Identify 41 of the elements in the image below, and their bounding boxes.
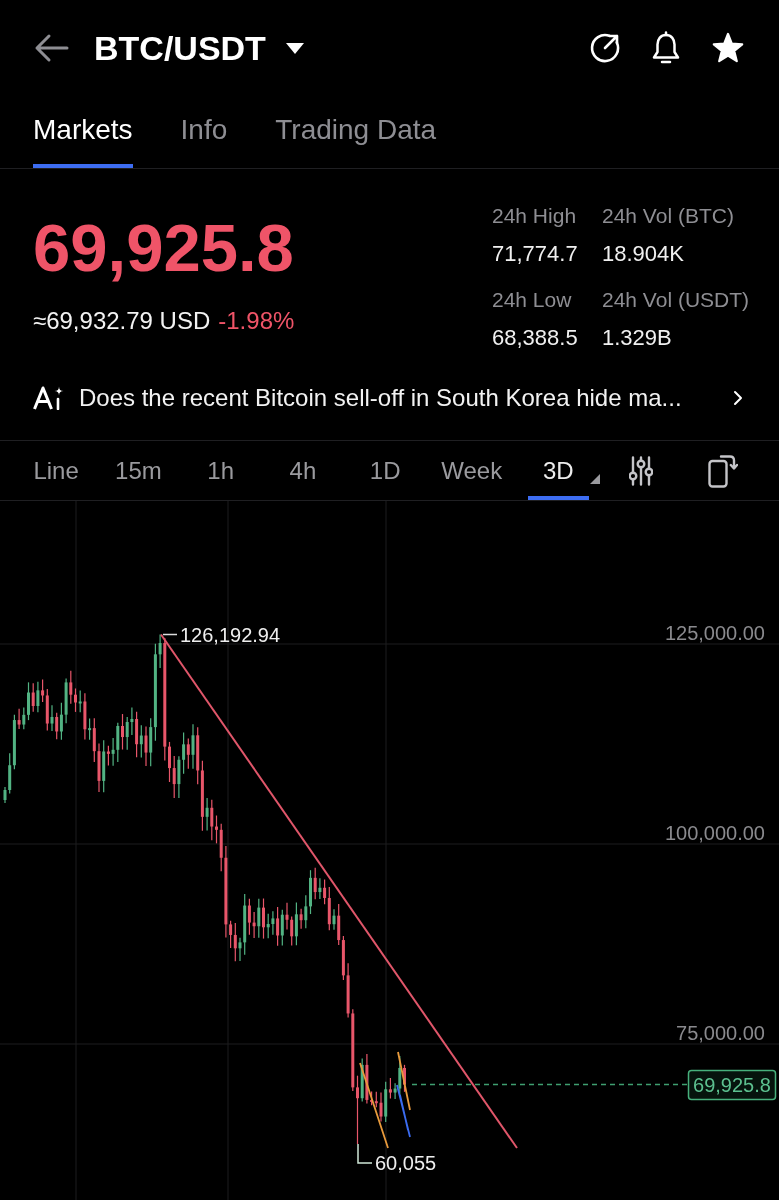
indicator-line [396,1084,411,1138]
sliders-icon[interactable] [628,455,653,486]
tab[interactable]: Trading Data [275,96,437,168]
corner-triangle-icon[interactable] [590,474,601,484]
star-icon[interactable] [711,32,745,64]
tab[interactable]: Info [180,96,228,168]
interval-tab[interactable]: 1D [354,441,416,500]
interval-tab[interactable]: Week [426,441,518,500]
interval-tab[interactable]: 4h [274,441,332,500]
pair-selector[interactable]: BTC/USDT [94,28,304,68]
axis-label: 75,000.00 [676,1022,765,1044]
usd-price: ≈69,932.79 USD [33,306,211,336]
high-leader-line [162,633,178,636]
interval-tab[interactable]: 15m [100,441,177,500]
stat-label: 24h Vol (USDT) [602,287,750,313]
stat-label: 24h Vol (BTC) [602,203,734,229]
interval-tab[interactable]: 1h [192,441,249,500]
price-tag: 69,925.8 [687,1069,777,1101]
back-arrow-icon[interactable] [33,33,69,63]
stat-value: 71,774.7 [492,240,578,268]
stat-label: 24h High [492,203,577,229]
tab[interactable]: Markets [33,96,133,168]
interval-tab[interactable]: 3D [528,441,589,500]
stat-value: 68,388.5 [492,324,578,352]
interval-tab[interactable]: Line [18,441,94,500]
phone-arrow-icon[interactable] [707,453,738,488]
axis-label: 100,000.00 [664,822,765,844]
axis-label: 125,000.00 [664,622,765,644]
last-price: 69,925.8 [33,210,294,286]
stat-label: 24h Low [492,287,572,313]
caret-icon [285,42,304,54]
low-price-label: 60,055 [375,1152,437,1174]
chevron-right-icon[interactable] [733,390,743,406]
stat-value: 1.329B [602,324,672,352]
bell-icon[interactable] [651,31,681,65]
low-leader-line [357,1143,373,1164]
price-change: -1.98% [218,306,295,336]
circle-arrow-icon[interactable] [589,32,621,64]
stat-value: 18.904K [602,240,684,268]
high-price-label: 126,192.94 [180,624,281,646]
news-headline-link[interactable]: Does the recent Bitcoin sell-off in South Korea hide ma... [79,383,682,413]
